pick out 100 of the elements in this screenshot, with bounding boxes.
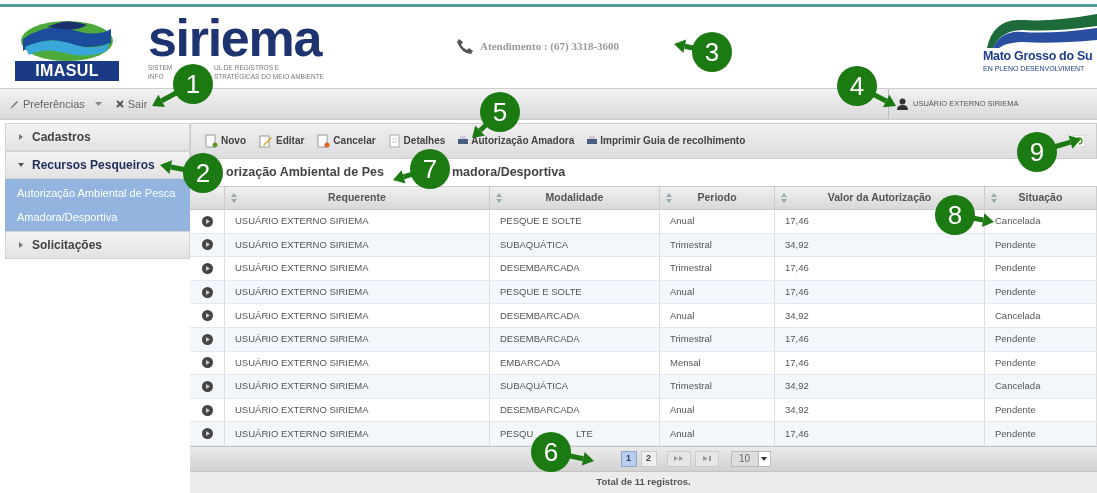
sort-icon xyxy=(231,193,237,203)
page-button[interactable]: 1 xyxy=(620,450,637,467)
table-cell: Pendente xyxy=(995,261,1036,276)
toolbar-button[interactable]: Cancelar xyxy=(317,134,376,148)
table-cell: LTE xyxy=(576,427,593,439)
expand-row-icon[interactable] xyxy=(201,428,213,440)
contact-text: Atendimento : (67) 3318-3600 xyxy=(480,39,620,55)
sidebar-section[interactable]: Solicitações xyxy=(5,231,190,259)
expand-row-icon[interactable] xyxy=(201,263,213,274)
total-records: Total de 11 registros. xyxy=(596,475,691,490)
table-cell: 17,46 xyxy=(785,426,809,441)
table-cell: USUÁRIO EXTERNO SIRIEMA xyxy=(235,214,369,229)
table-cell: USUÁRIO EXTERNO SIRIEMA xyxy=(235,261,369,276)
table-cell-text: DESEMBARCADA xyxy=(500,402,580,417)
new-document-icon xyxy=(205,134,218,148)
page-button[interactable]: 2 xyxy=(640,450,657,467)
table-cell: DESEMBARCADA xyxy=(500,261,580,276)
sort-icon xyxy=(781,193,787,203)
table-cell: Trimestral xyxy=(670,237,712,252)
table-cell: EMBARCADA xyxy=(500,355,561,370)
table-cell: Trimestral xyxy=(670,261,712,276)
sidebar-section[interactable]: Cadastros xyxy=(5,123,190,151)
table-cell: Anual xyxy=(670,308,695,323)
toolbar-button[interactable]: Editar xyxy=(259,134,305,148)
table-cell: Pendente xyxy=(995,426,1036,441)
table-cell: 17,46 xyxy=(785,355,809,370)
table-cell: Pendente xyxy=(995,332,1036,347)
expand-row-icon[interactable] xyxy=(201,215,213,227)
page-size-select[interactable]: 10 xyxy=(730,450,771,467)
table-cell-text: 17,46 xyxy=(785,284,809,299)
table-cell: PESQU xyxy=(500,427,534,439)
table-cell: Cancelada xyxy=(995,214,1041,229)
toolbar-button[interactable]: Imprimir Guia de recolhimento xyxy=(587,136,746,146)
table-cell: Trimestral xyxy=(670,332,712,347)
printer-icon xyxy=(587,136,598,146)
table-cell: DESEMBARCADA xyxy=(500,308,580,323)
table-cell: Anual xyxy=(670,426,695,441)
table-cell: SUBAQUÁTICA xyxy=(500,237,569,252)
table-cell-text: USUÁRIO EXTERNO SIRIEMA xyxy=(235,284,369,299)
toolbar-button[interactable]: Autorização Amadora xyxy=(458,136,575,146)
table-cell: USUÁRIO EXTERNO SIRIEMA xyxy=(235,308,369,323)
table-cell: USUÁRIO EXTERNO SIRIEMA xyxy=(235,426,369,441)
logo-text: IMASUL xyxy=(15,61,119,81)
table-cell-text: 34,92 xyxy=(785,402,809,417)
document-icon xyxy=(388,134,401,148)
table-cell-text: PESQUE E SOLTE xyxy=(500,284,582,299)
table-cell-text: Pendente xyxy=(995,402,1036,417)
column-header[interactable]: Modalidade xyxy=(490,187,660,209)
table-cell-text: Pendente xyxy=(995,284,1036,299)
exit-link[interactable]: Sair xyxy=(115,95,148,113)
caret-right-icon xyxy=(18,134,24,140)
table-cell: USUÁRIO EXTERNO SIRIEMA xyxy=(235,379,369,394)
table-cell: 34,92 xyxy=(785,379,809,394)
table-cell: 17,46 xyxy=(785,261,809,276)
caret-icon xyxy=(94,101,102,107)
sort-icon xyxy=(496,193,502,203)
table-cell-text: Anual xyxy=(670,284,695,299)
preferences-menu[interactable]: Preferências xyxy=(10,95,102,113)
table-cell: 17,46 xyxy=(785,214,809,229)
column-header[interactable]: Periodo xyxy=(660,187,775,209)
brand-name: siriema xyxy=(148,13,323,63)
toolbar-button[interactable]: Novo xyxy=(205,134,246,148)
table-cell: Cancelada xyxy=(995,379,1041,394)
next-icon xyxy=(673,456,684,462)
table-cell: Pendente xyxy=(995,355,1036,370)
table-cell: DESEMBARCADA xyxy=(500,332,580,347)
panel-title: orização Ambiental de Pes xyxy=(226,165,384,180)
sidebar-section[interactable]: Recursos Pesqueiros xyxy=(5,151,190,179)
expand-row-icon[interactable] xyxy=(201,239,213,251)
expand-row-icon[interactable] xyxy=(201,286,213,298)
table-cell: USUÁRIO EXTERNO SIRIEMA xyxy=(235,355,369,370)
table-cell: Mensal xyxy=(670,355,701,370)
expand-row-icon[interactable] xyxy=(201,333,213,345)
table-cell: USUÁRIO EXTERNO SIRIEMA xyxy=(235,237,369,252)
caret-down-icon xyxy=(18,162,24,168)
cancel-document-icon xyxy=(317,134,331,148)
table-cell: SUBAQUÁTICA xyxy=(500,379,569,394)
expand-row-icon[interactable] xyxy=(201,357,213,369)
expand-row-icon[interactable] xyxy=(201,404,213,416)
table-cell: USUÁRIO EXTERNO SIRIEMA xyxy=(235,332,369,347)
sort-icon xyxy=(991,193,997,203)
sort-icon xyxy=(666,193,672,203)
pencil-icon xyxy=(10,99,19,109)
expand-row-icon[interactable] xyxy=(201,310,213,322)
state-name: Mato Grosso do Su xyxy=(983,48,1093,64)
table-cell: PESQUE E SOLTE xyxy=(500,214,582,229)
table-cell: 34,92 xyxy=(785,308,809,323)
table-cell: Pendente xyxy=(995,237,1036,252)
expand-row-icon[interactable] xyxy=(201,380,213,392)
caret-right-icon xyxy=(18,242,24,248)
last-icon xyxy=(702,456,711,462)
close-icon xyxy=(115,100,124,108)
phone-icon xyxy=(456,38,475,55)
pencil-icon xyxy=(259,134,273,148)
table-cell: 17,46 xyxy=(785,332,809,347)
printer-icon xyxy=(458,136,469,146)
column-header[interactable]: Situação xyxy=(985,187,1097,209)
table-cell: 34,92 xyxy=(785,237,809,252)
panel-title: madora/Desportiva xyxy=(452,165,566,180)
toolbar-button[interactable]: Detalhes xyxy=(388,134,446,148)
